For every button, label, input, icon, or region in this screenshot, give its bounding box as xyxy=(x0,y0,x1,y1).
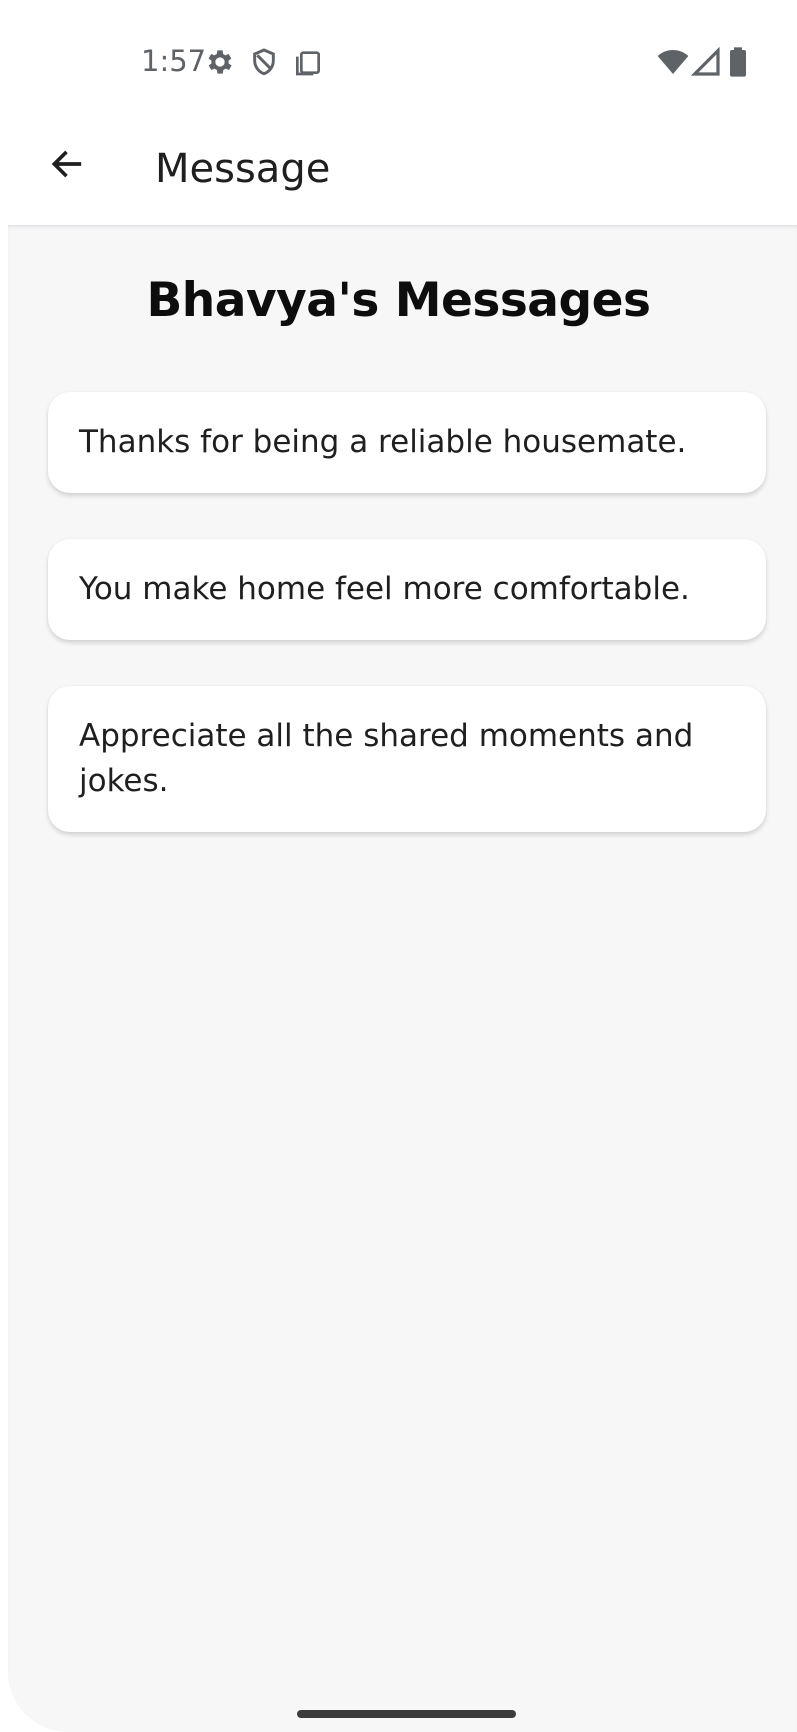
status-time: 1:57 xyxy=(141,44,207,78)
app-bar: Message xyxy=(0,110,797,225)
page-title: Bhavya's Messages xyxy=(146,273,651,328)
arrow-left-icon xyxy=(46,144,86,189)
app-title: Message xyxy=(155,146,331,192)
sim-card-icon xyxy=(292,46,324,78)
home-indicator[interactable] xyxy=(297,1710,516,1718)
message-text: You make home feel more comfortable. xyxy=(79,571,690,607)
shield-icon xyxy=(248,46,280,78)
settings-icon xyxy=(204,46,236,78)
battery-icon xyxy=(726,46,750,78)
message-card[interactable]: Appreciate all the shared moments and jo… xyxy=(48,686,766,832)
back-button[interactable] xyxy=(30,138,102,194)
message-card[interactable]: You make home feel more comfortable. xyxy=(48,539,766,640)
status-bar: 1:57 xyxy=(0,0,797,110)
signal-icon xyxy=(690,46,722,78)
message-text: Appreciate all the shared moments and jo… xyxy=(79,718,694,799)
message-list-screen[interactable]: Bhavya's Messages Thanks for being a rel… xyxy=(8,225,797,1732)
message-card[interactable]: Thanks for being a reliable housemate. xyxy=(48,392,766,493)
wifi-icon xyxy=(656,46,690,78)
message-text: Thanks for being a reliable housemate. xyxy=(79,424,687,460)
